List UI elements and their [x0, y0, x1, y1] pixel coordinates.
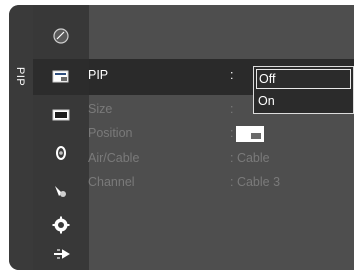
position-preview-icon: [236, 126, 264, 142]
pip-separator: :: [230, 68, 234, 82]
setup-icon[interactable]: [52, 216, 70, 234]
pip-label[interactable]: PIP: [88, 68, 108, 82]
tab-label: PIP: [14, 67, 26, 87]
air-cable-value: : Cable: [230, 151, 270, 165]
option-off[interactable]: Off: [256, 69, 351, 89]
tv-screen: PIP PIP: Size: Position: Air/Cable: …: [0, 0, 354, 275]
option-on[interactable]: On: [254, 91, 353, 111]
picture-icon[interactable]: [52, 27, 70, 45]
position-label[interactable]: Position: [88, 126, 132, 140]
channel-icon[interactable]: [52, 182, 70, 200]
pip-icon[interactable]: [52, 68, 70, 86]
position-separator: :: [230, 126, 234, 140]
screen-icon[interactable]: [52, 106, 70, 124]
size-label[interactable]: Size: [88, 102, 112, 116]
size-separator: :: [230, 102, 234, 116]
menu-tab: PIP: [9, 5, 33, 270]
input-icon[interactable]: [52, 245, 70, 263]
pip-dropdown[interactable]: Off On: [253, 66, 354, 114]
settings-panel: PIP: [9, 5, 354, 270]
air-cable-label[interactable]: Air/Cable: [88, 151, 139, 165]
sound-icon[interactable]: [52, 144, 70, 162]
icon-column: [33, 5, 89, 270]
channel-value: : Cable 3: [230, 175, 281, 189]
channel-label[interactable]: Channel: [88, 175, 135, 189]
